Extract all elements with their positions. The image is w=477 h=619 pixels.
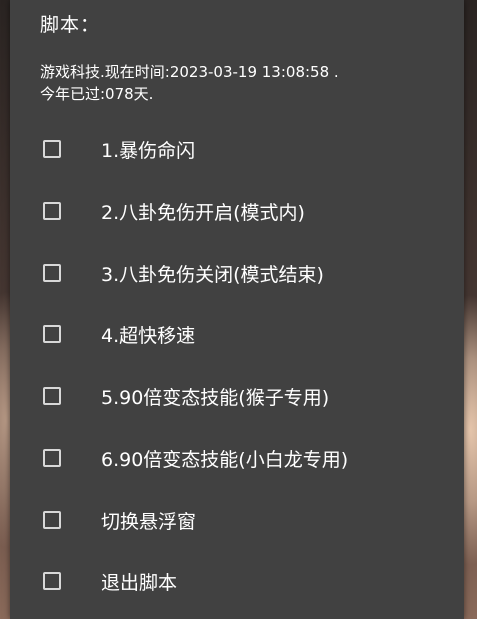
dialog-title: 脚本： [40, 14, 101, 36]
option-bagua-shield-off[interactable]: 3.八卦免伤关闭(模式结束) [40, 253, 450, 293]
option-skill-monkey[interactable]: 5.90倍变态技能(猴子专用) [40, 376, 450, 416]
option-bagua-shield-on[interactable]: 2.八卦免伤开启(模式内) [40, 191, 450, 231]
checkbox-icon[interactable] [43, 264, 61, 282]
checkbox-icon[interactable] [43, 449, 61, 467]
checkbox-icon[interactable] [43, 511, 61, 529]
checkbox-icon[interactable] [43, 140, 61, 158]
status-info: 游戏科技.现在时间:2023-03-19 13:08:58 . 今年已过:078… [40, 61, 440, 105]
checkbox-icon[interactable] [43, 387, 61, 405]
option-exit-script[interactable]: 退出脚本 [40, 561, 450, 601]
option-super-speed[interactable]: 4.超快移速 [40, 314, 450, 354]
option-label: 2.八卦免伤开启(模式内) [101, 201, 305, 224]
option-label: 退出脚本 [101, 571, 178, 594]
checkbox-icon[interactable] [43, 572, 61, 590]
option-toggle-floating-window[interactable]: 切换悬浮窗 [40, 500, 450, 540]
option-label: 3.八卦免伤关闭(模式结束) [101, 263, 324, 286]
option-label: 4.超快移速 [101, 324, 196, 347]
option-label: 切换悬浮窗 [101, 510, 197, 533]
option-crit-dodge[interactable]: 1.暴伤命闪 [40, 129, 450, 169]
option-label: 1.暴伤命闪 [101, 139, 196, 162]
option-label: 5.90倍变态技能(猴子专用) [101, 386, 330, 409]
checkbox-icon[interactable] [43, 325, 61, 343]
checkbox-icon[interactable] [43, 202, 61, 220]
current-time-text: 游戏科技.现在时间:2023-03-19 13:08:58 . [40, 63, 339, 81]
script-dialog: 脚本： 游戏科技.现在时间:2023-03-19 13:08:58 . 今年已过… [10, 0, 464, 619]
days-passed-text: 今年已过:078天. [40, 85, 154, 103]
option-skill-white-dragon[interactable]: 6.90倍变态技能(小白龙专用) [40, 438, 450, 478]
option-label: 6.90倍变态技能(小白龙专用) [101, 448, 349, 471]
